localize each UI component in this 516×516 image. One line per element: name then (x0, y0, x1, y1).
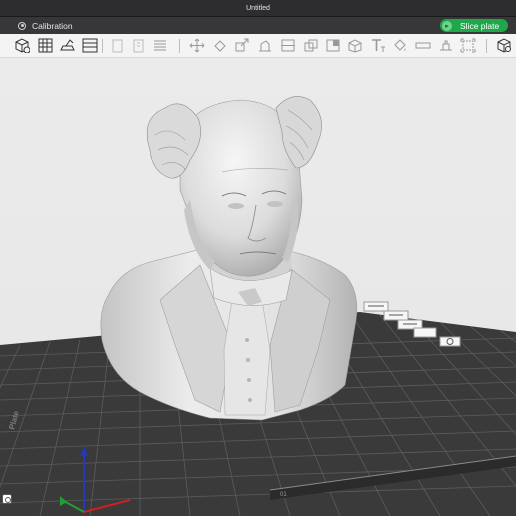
text-icon[interactable] (370, 38, 386, 53)
3d-viewport[interactable]: 01 Plate (0, 58, 516, 516)
copy-icon[interactable] (110, 38, 126, 53)
window-title: Untitled (246, 4, 270, 12)
paste-icon[interactable] (131, 38, 147, 53)
seam-icon[interactable] (415, 38, 431, 53)
measure-icon[interactable] (438, 38, 454, 53)
main-toolbar (0, 34, 516, 58)
assemble-icon[interactable] (460, 38, 476, 53)
fill-icon[interactable] (392, 38, 408, 53)
app-window: Untitled Calibration ▸ Slice plate 01 Pl… (0, 0, 516, 516)
slice-plate-button[interactable]: ▸ Slice plate (440, 19, 508, 32)
slice-plate-label: Slice plate (460, 20, 500, 31)
lay-flat-icon[interactable] (257, 38, 273, 53)
settings-cube-icon[interactable] (496, 38, 512, 53)
slice-icon: ▸ (442, 20, 452, 31)
calibration-menu[interactable]: Calibration (32, 21, 73, 31)
grid-layout-icon[interactable] (38, 38, 54, 53)
rotate-icon[interactable] (212, 38, 228, 53)
calibration-icon[interactable] (18, 21, 26, 30)
move-icon[interactable] (189, 38, 205, 53)
bust-model[interactable] (100, 96, 358, 421)
title-bar: Untitled (0, 0, 516, 17)
plate-view-icon[interactable] (82, 38, 98, 53)
view-settings-icon[interactable] (2, 494, 12, 504)
support-paint-icon[interactable] (347, 38, 363, 53)
header-bar: Calibration ▸ Slice plate (0, 17, 516, 34)
cut-icon[interactable] (280, 38, 296, 53)
add-object-icon[interactable] (14, 38, 31, 54)
toolbar-separator (102, 39, 103, 53)
import-icon[interactable] (60, 38, 76, 53)
split-icon[interactable] (325, 38, 341, 53)
toolbar-separator (486, 39, 487, 53)
toolbar-separator (179, 39, 180, 53)
scene: 01 Plate (0, 96, 516, 516)
scale-icon[interactable] (234, 38, 250, 53)
list-icon[interactable] (152, 38, 168, 53)
boolean-icon[interactable] (303, 38, 319, 53)
plate-number: 01 (280, 492, 287, 498)
